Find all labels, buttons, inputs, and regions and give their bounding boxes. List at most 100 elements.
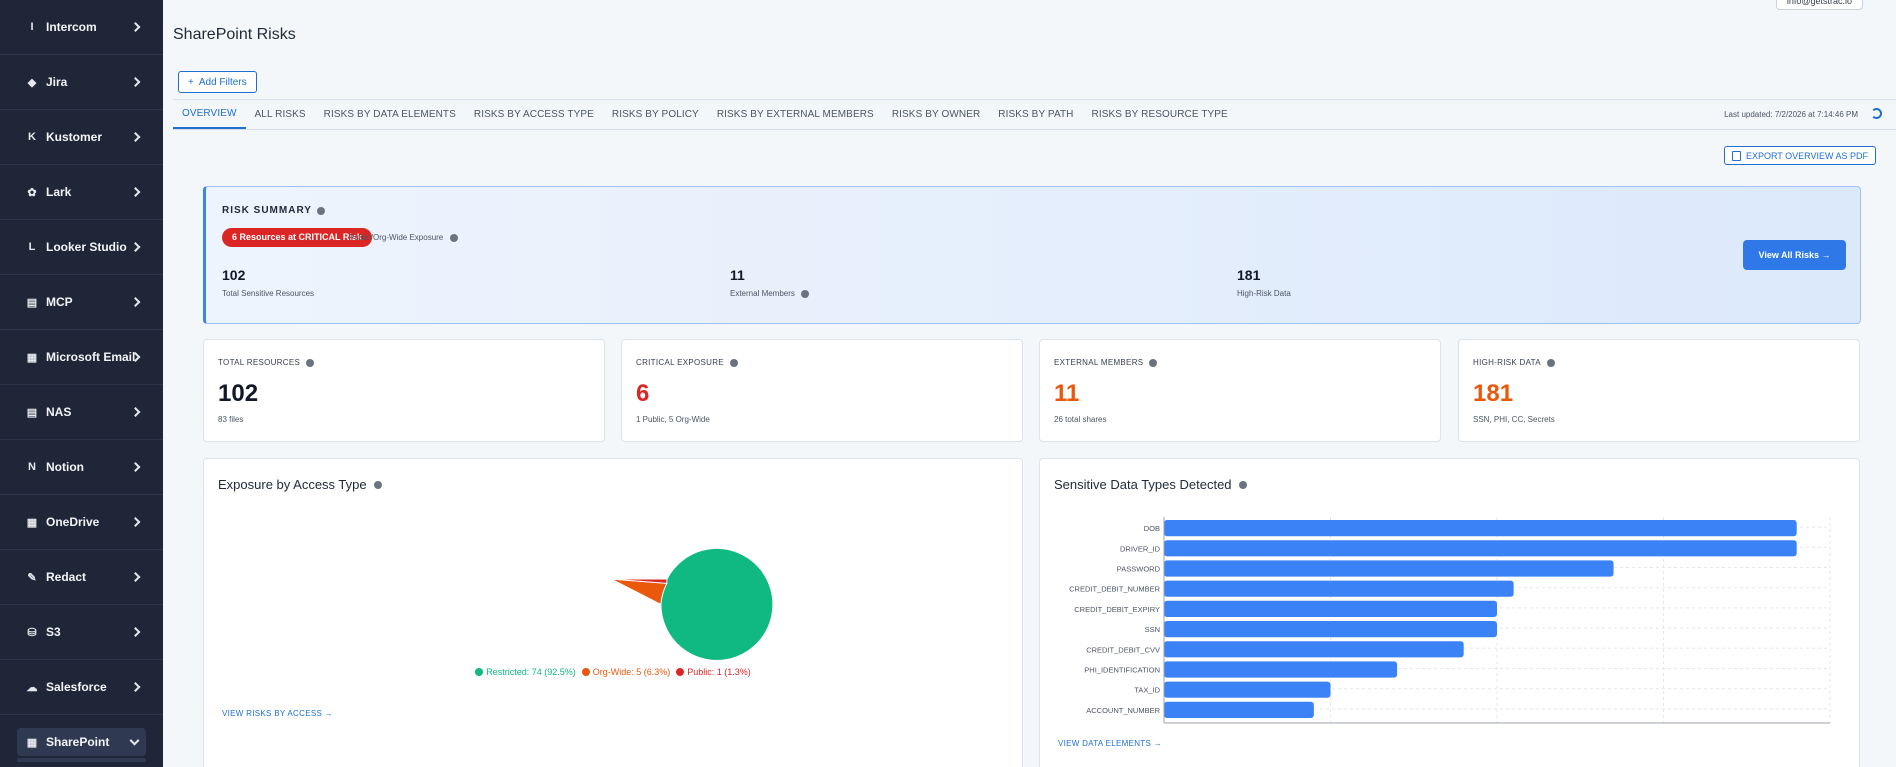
tab-risks-by-data-elements[interactable]: RISKS BY DATA ELEMENTS [315,100,465,129]
info-icon[interactable] [1238,480,1247,489]
sidebar-item-intercom[interactable]: I Intercom [0,0,163,55]
sidebar-item-lark[interactable]: ✿ Lark [0,165,163,220]
info-icon[interactable] [316,206,325,215]
view-all-risks-button[interactable]: View All Risks → [1743,240,1846,270]
stat-external-members: 11 External Members [730,267,809,298]
kustomer-icon: K [28,131,36,143]
sidebar-item-label: Salesforce [46,680,107,694]
sidebar-item-redact[interactable]: ✎ Redact [0,550,163,605]
refresh-icon[interactable] [1871,108,1882,119]
tab-risks-by-external-members[interactable]: RISKS BY EXTERNAL MEMBERS [708,100,883,129]
pie-slice-restricted[interactable] [610,547,774,661]
category-label: CREDIT_DEBIT_CVV [1086,645,1160,654]
sidebar-item-notion[interactable]: N Notion [0,440,163,495]
bar-ssn[interactable] [1164,621,1497,638]
sidebar-item-label: Lark [46,185,72,199]
info-icon[interactable] [1149,358,1158,367]
sidebar-item-looker-studio[interactable]: L Looker Studio [0,220,163,275]
legend-dot [581,668,590,676]
stat-value: 11 [730,267,745,283]
bar-credit-debit-expiry[interactable] [1164,600,1497,617]
tab-overview[interactable]: OVERVIEW [173,100,246,129]
tab-risks-by-path[interactable]: RISKS BY PATH [989,100,1082,129]
legend-label: Public: 1 (1.3%) [687,667,751,677]
chevron-right-icon [130,627,141,637]
legend-item-restricted[interactable]: Restricted: 74 (92.5%) [475,667,576,677]
card-total-resources: TOTAL RESOURCES 102 83 files [203,339,605,442]
category-label: PASSWORD [1117,565,1161,574]
app-root: I Intercom ◆ Jira K Kustomer ✿ Lark L Looker Stud… [0,0,1896,767]
sidebar-item-jira[interactable]: ◆ Jira [0,55,163,110]
tab-risks-by-resource-type[interactable]: RISKS BY RESOURCE TYPE [1083,100,1237,129]
legend-item-public[interactable]: Public: 1 (1.3%) [676,667,751,677]
info-icon[interactable] [373,480,382,489]
bar-credit-debit-cvv[interactable] [1164,641,1464,658]
bar-credit-debit-number[interactable] [1164,580,1514,597]
sidebar-item-kustomer[interactable]: K Kustomer [0,110,163,165]
sensitive-data-bar-chart: DOB DRIVER_ID PASSWORD CREDIT_DEBIT_NUMBER C… [1069,517,1835,729]
sidebar-item-label: Jira [46,75,68,89]
sidebar-item-sharepoint[interactable]: ▦ SharePoint [17,728,146,756]
sidebar-item-mcp[interactable]: ▤ MCP [0,275,163,330]
nas-icon: ▤ [26,406,38,419]
info-icon[interactable] [729,358,738,367]
chevron-right-icon [130,462,141,472]
plus-icon: + [188,76,194,88]
onedrive-icon: ▦ [26,516,38,529]
stat-label: Total Sensitive Resources [222,289,315,298]
tab-risks-by-policy[interactable]: RISKS BY POLICY [603,100,708,129]
bar-tax-id[interactable] [1164,681,1331,698]
sidebar-item-label: Redact [46,570,87,584]
sharepoint-icon: ▦ [26,736,38,749]
user-menu[interactable]: info@getstrac.io [1775,0,1863,10]
category-label: CREDIT_DEBIT_EXPIRY [1074,605,1160,614]
bar-account-number[interactable] [1164,701,1314,718]
main-content: info@getstrac.io SharePoint Risks + Add … [163,0,1896,767]
chevron-right-icon [130,297,141,307]
sidebar-item-microsoft-email[interactable]: ▦ Microsoft Email [0,330,163,385]
sidebar-item-salesforce[interactable]: ☁ Salesforce [0,660,163,715]
stat-value: 181 [1237,267,1261,283]
category-label: PHI_IDENTIFICATION [1084,666,1160,675]
view-risks-by-access-link[interactable]: VIEW RISKS BY ACCESS → [222,709,333,718]
info-icon[interactable] [306,358,315,367]
panel-title: Sensitive Data Types Detected [1054,477,1232,492]
bar-password[interactable] [1164,560,1614,577]
stat-total-sensitive: 102 Total Sensitive Resources [222,267,314,298]
card-subtext: 26 total shares [1054,415,1107,424]
stat-high-risk: 181 High-Risk Data [1237,267,1291,298]
notion-icon: N [28,461,36,473]
sidebar-item-onedrive[interactable]: ▦ OneDrive [0,495,163,550]
legend-item-org-wide[interactable]: Org-Wide: 5 (6.3%) [581,667,670,677]
panel-title: Exposure by Access Type [218,477,367,492]
info-icon[interactable] [1546,358,1555,367]
tab-all-risks[interactable]: ALL RISKS [246,100,315,129]
sidebar-item-label: Notion [46,460,84,474]
info-icon[interactable] [800,289,809,298]
tab-risks-by-access-type[interactable]: RISKS BY ACCESS TYPE [465,100,603,129]
bar-dob[interactable] [1164,520,1797,537]
category-label: ACCOUNT_NUMBER [1086,706,1160,715]
risk-summary-panel: RISK SUMMARY 6 Resources at CRITICAL Ris… [203,186,1861,324]
info-icon[interactable] [450,233,459,242]
add-filters-button[interactable]: + Add Filters [178,71,257,93]
card-title: CRITICAL EXPOSURE [636,358,724,367]
lark-icon: ✿ [27,186,37,199]
x-tick-label: 10 [1325,728,1335,729]
exposure-label: Public/Org-Wide Exposure [349,233,459,242]
legend-dot [475,668,484,676]
chevron-down-icon [129,735,140,746]
export-pdf-button[interactable]: EXPORT OVERVIEW AS PDF [1723,146,1876,165]
bar-driver-id[interactable] [1164,540,1797,557]
view-data-elements-link[interactable]: VIEW DATA ELEMENTS → [1058,739,1162,748]
sidebar-item-s3[interactable]: ⛁ S3 [0,605,163,660]
bar-phi-identification[interactable] [1164,661,1398,678]
sidebar-item-label: OneDrive [46,515,100,529]
card-external-members: EXTERNAL MEMBERS 11 26 total shares [1039,339,1441,442]
sidebar-submenu [17,758,146,762]
chevron-right-icon [130,242,141,252]
x-tick-label: 30 [1658,728,1668,729]
chevron-right-icon [130,407,141,417]
sidebar-item-nas[interactable]: ▤ NAS [0,385,163,440]
tab-risks-by-owner[interactable]: RISKS BY OWNER [883,100,989,129]
